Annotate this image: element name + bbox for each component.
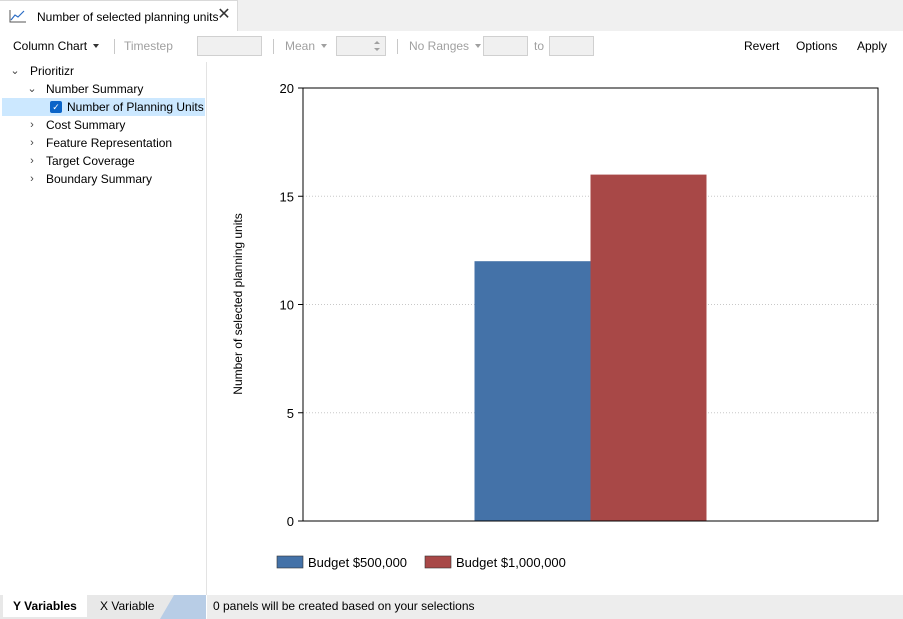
status-text: 0 panels will be created based on your s… — [213, 599, 475, 613]
toolbar-divider — [397, 39, 398, 54]
aggregate-dropdown[interactable]: Mean — [285, 39, 328, 53]
legend: Budget $500,000 Budget $1,000,000 — [276, 555, 566, 570]
tree-node-label: Boundary Summary — [46, 172, 153, 186]
y-axis: 0 5 10 15 20 — [280, 81, 303, 529]
checkbox-checked-icon[interactable]: ✓ — [50, 101, 62, 113]
bar-series-1 — [474, 261, 591, 521]
y-axis-title: Number of selected planning units — [231, 213, 245, 394]
y-tick-label: 5 — [287, 406, 294, 421]
variable-tabs: Y Variables X Variable — [0, 595, 206, 619]
apply-button[interactable]: Apply — [857, 39, 887, 53]
y-tick-label: 10 — [280, 298, 294, 313]
aggregate-stepper[interactable] — [336, 36, 386, 56]
legend-label: Budget $1,000,000 — [456, 555, 566, 570]
revert-button[interactable]: Revert — [744, 39, 779, 53]
toolbar: Column Chart Timestep Mean No Ranges to … — [0, 31, 903, 62]
tree-item-number-of-planning-units[interactable]: ✓ Number of Planning Units — [2, 98, 205, 116]
legend-swatch — [276, 555, 304, 569]
tree-node-label: Number Summary — [46, 82, 144, 96]
tree-node-label: Target Coverage — [46, 154, 135, 168]
chevron-down-icon — [321, 43, 328, 48]
tree-node-target-coverage[interactable]: › Target Coverage — [2, 152, 205, 170]
y-tick-label: 15 — [280, 189, 294, 204]
bars — [474, 174, 707, 521]
chevron-right-icon[interactable]: › — [26, 134, 38, 152]
line-chart-icon — [9, 10, 26, 23]
timestep-label: Timestep — [124, 39, 173, 53]
tab-y-variables[interactable]: Y Variables — [3, 595, 87, 617]
tree-node-root[interactable]: ⌄ Prioritizr — [2, 62, 205, 80]
range-to-input[interactable] — [549, 36, 594, 56]
range-from-input[interactable] — [483, 36, 528, 56]
tab-label: Y Variables — [13, 599, 77, 613]
legend-label: Budget $500,000 — [308, 555, 407, 570]
spin-arrows-icon — [374, 41, 380, 51]
chevron-down-icon — [475, 43, 482, 48]
toolbar-divider — [273, 39, 274, 54]
tree-node-label: Feature Representation — [46, 136, 173, 150]
tree-node-boundary-summary[interactable]: › Boundary Summary — [2, 170, 205, 188]
ranges-dropdown[interactable]: No Ranges — [409, 39, 482, 53]
y-tick-label: 0 — [287, 514, 294, 529]
options-button[interactable]: Options — [796, 39, 837, 53]
tree-node-cost-summary[interactable]: › Cost Summary — [2, 116, 205, 134]
column-chart: 0 5 10 15 20 Number of selected planning uni… — [231, 81, 879, 570]
tab-x-variable[interactable]: X Variable — [100, 599, 154, 613]
legend-swatch — [424, 555, 452, 569]
tree-node-label: Prioritizr — [30, 64, 74, 78]
chevron-right-icon[interactable]: › — [26, 170, 38, 188]
tab-strip: Number of selected planning units ✕ — [0, 0, 903, 32]
status-bar: 0 panels will be created based on your s… — [207, 595, 903, 619]
aggregate-label: Mean — [285, 39, 316, 53]
y-tick-label: 20 — [280, 81, 294, 96]
chevron-down-icon[interactable]: ⌄ — [9, 62, 21, 80]
timestep-input[interactable] — [197, 36, 262, 56]
toolbar-divider — [114, 39, 115, 54]
bar-series-2 — [590, 174, 707, 521]
chart-type-dropdown[interactable]: Column Chart — [13, 39, 100, 53]
ranges-label: No Ranges — [409, 39, 470, 53]
chevron-right-icon[interactable]: › — [26, 152, 38, 170]
tree-node-number-summary[interactable]: ⌄ Number Summary — [2, 80, 205, 98]
variable-tree: ⌄ Prioritizr ⌄ Number Summary ✓ Number o… — [0, 62, 207, 595]
chart-tab[interactable]: Number of selected planning units ✕ — [0, 0, 238, 31]
tree-node-label: Cost Summary — [46, 118, 126, 132]
chevron-right-icon[interactable]: › — [26, 116, 38, 134]
chart-type-label: Column Chart — [13, 39, 88, 53]
tab-decoration — [160, 595, 206, 619]
close-icon[interactable]: ✕ — [216, 6, 232, 24]
chevron-down-icon[interactable]: ⌄ — [26, 80, 38, 98]
tree-item-label: Number of Planning Units — [67, 100, 204, 114]
chevron-down-icon — [93, 43, 100, 48]
tab-title: Number of selected planning units — [37, 10, 219, 24]
range-to-label: to — [534, 39, 545, 53]
tree-node-feature-representation[interactable]: › Feature Representation — [2, 134, 205, 152]
